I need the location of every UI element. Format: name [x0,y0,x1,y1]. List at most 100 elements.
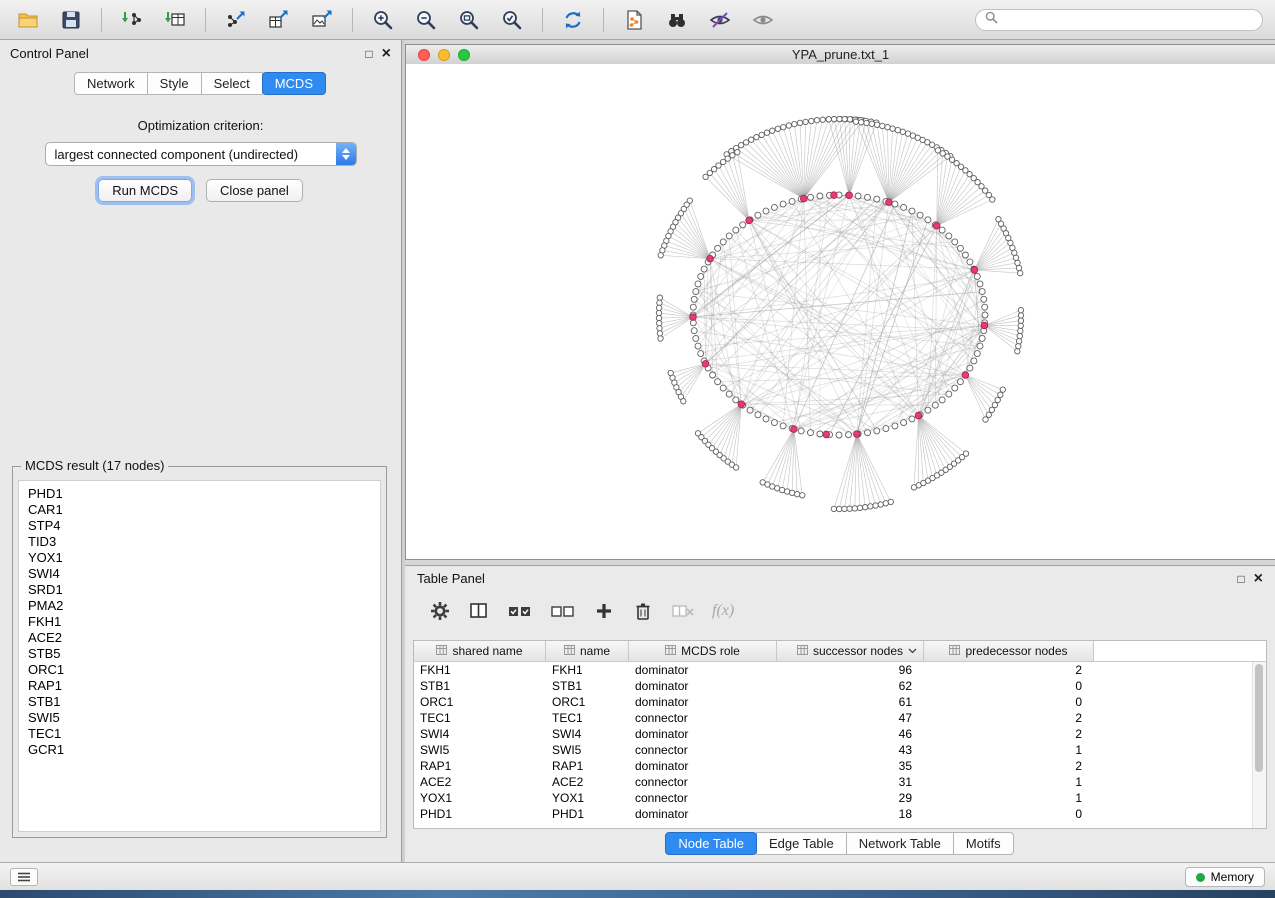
run-mcds-button[interactable]: Run MCDS [98,179,192,202]
mcds-result-item[interactable]: ACE2 [28,630,380,646]
mcds-result-item[interactable]: FKH1 [28,614,380,630]
zoom-in-icon[interactable] [363,4,403,36]
export-table-icon[interactable] [259,4,299,36]
table-panel-title: Table Panel [417,571,485,586]
table-row[interactable]: ORC1ORC1dominator610 [414,694,1253,710]
close-panel-button[interactable]: Close panel [206,179,303,202]
deselect-all-rows-icon[interactable] [550,600,576,622]
export-image-icon[interactable] [302,4,342,36]
show-panels-icon[interactable] [10,868,38,886]
import-table-icon[interactable] [155,4,195,36]
criterion-select[interactable]: largest connected component (undirected) [45,142,357,166]
table-row[interactable]: ACE2ACE2connector311 [414,774,1253,790]
tab-motifs[interactable]: Motifs [953,832,1014,855]
memory-button[interactable]: Memory [1185,867,1265,887]
mcds-result-item[interactable]: STB1 [28,694,380,710]
close-window-icon[interactable] [418,49,430,61]
float-panel-icon[interactable]: □ [365,47,372,61]
memory-button-label: Memory [1211,870,1254,884]
table-row[interactable]: FKH1FKH1dominator962 [414,662,1253,678]
table-row[interactable]: STB1STB1dominator620 [414,678,1253,694]
close-table-panel-icon[interactable]: × [1254,571,1263,587]
tab-edge-table[interactable]: Edge Table [756,832,847,855]
mcds-result-item[interactable]: SRD1 [28,582,380,598]
export-network-icon[interactable] [216,4,256,36]
table-row[interactable]: RAP1RAP1dominator352 [414,758,1253,774]
cell-name: SWI4 [546,727,629,741]
cell-successor-nodes: 46 [777,727,924,741]
delete-row-icon[interactable] [632,600,654,622]
search-input[interactable] [1004,12,1253,28]
open-file-icon[interactable] [8,4,48,36]
column-header-label: successor nodes [813,644,903,658]
column-header-label: MCDS role [681,644,740,658]
import-network-icon[interactable] [112,4,152,36]
refresh-layout-icon[interactable] [553,4,593,36]
column-header-name[interactable]: name [546,641,629,661]
table-settings-icon[interactable] [429,600,451,622]
mcds-result-item[interactable]: SWI4 [28,566,380,582]
cell-mcds-role: dominator [629,695,777,709]
mcds-result-item[interactable]: SWI5 [28,710,380,726]
tab-select[interactable]: Select [201,72,263,95]
mcds-result-item[interactable]: PHD1 [28,486,380,502]
cell-predecessor-nodes: 2 [924,663,1094,677]
table-panel: Table Panel □ × f(x) shared name [405,565,1275,862]
cell-successor-nodes: 18 [777,807,924,821]
network-file-icon[interactable] [614,4,654,36]
minimize-window-icon[interactable] [438,49,450,61]
mcds-result-item[interactable]: RAP1 [28,678,380,694]
mcds-result-item[interactable]: STP4 [28,518,380,534]
table-scrollbar-thumb[interactable] [1255,664,1263,772]
search-network-icon[interactable] [657,4,697,36]
add-column-icon[interactable] [593,600,615,622]
mcds-result-item[interactable]: TEC1 [28,726,380,742]
tab-mcds[interactable]: MCDS [262,72,326,95]
control-panel-title: Control Panel [10,46,89,61]
column-header-mcds-role[interactable]: MCDS role [629,641,777,661]
criterion-select-value: largest connected component (undirected) [55,147,299,162]
mcds-result-item[interactable]: ORC1 [28,662,380,678]
zoom-fit-icon[interactable] [449,4,489,36]
column-header-shared-name[interactable]: shared name [414,641,546,661]
mcds-result-item[interactable]: CAR1 [28,502,380,518]
mcds-result-list[interactable]: PHD1CAR1STP4TID3YOX1SWI4SRD1PMA2FKH1ACE2… [18,480,381,832]
table-row[interactable]: YOX1YOX1connector291 [414,790,1253,806]
mcds-result-item[interactable]: YOX1 [28,550,380,566]
select-all-rows-icon[interactable] [507,600,533,622]
tab-network-table[interactable]: Network Table [846,832,954,855]
tab-style[interactable]: Style [147,72,202,95]
table-scrollbar[interactable] [1252,662,1266,828]
column-header-predecessor-nodes[interactable]: predecessor nodes [924,641,1094,661]
mcds-result-item[interactable]: PMA2 [28,598,380,614]
optimization-criterion-label: Optimization criterion: [0,118,401,133]
table-row[interactable]: SWI5SWI5connector431 [414,742,1253,758]
toolbar-separator [603,8,604,32]
table-row[interactable]: TEC1TEC1connector472 [414,710,1253,726]
zoom-selected-icon[interactable] [492,4,532,36]
table-row[interactable]: SWI4SWI4dominator462 [414,726,1253,742]
mcds-result-item[interactable]: STB5 [28,646,380,662]
show-columns-icon[interactable] [468,600,490,622]
save-icon[interactable] [51,4,91,36]
hide-graphics-details-icon[interactable] [700,4,740,36]
cell-predecessor-nodes: 2 [924,727,1094,741]
float-table-panel-icon[interactable]: □ [1237,572,1244,586]
zoom-out-icon[interactable] [406,4,446,36]
status-bar: Memory [0,862,1275,890]
column-header-successor-nodes[interactable]: successor nodes [777,641,924,661]
cell-mcds-role: connector [629,775,777,789]
close-panel-icon[interactable]: × [382,46,391,62]
mcds-result-item[interactable]: GCR1 [28,742,380,758]
mcds-result-item[interactable]: TID3 [28,534,380,550]
node-table-body: FKH1FKH1dominator962STB1STB1dominator620… [414,662,1253,828]
network-window-titlebar[interactable]: YPA_prune.txt_1 [406,45,1275,65]
tab-node-table[interactable]: Node Table [665,832,757,855]
table-row[interactable]: PHD1PHD1dominator180 [414,806,1253,822]
tab-network[interactable]: Network [74,72,148,95]
show-graphics-details-icon[interactable] [743,4,783,36]
cell-successor-nodes: 61 [777,695,924,709]
network-canvas[interactable] [406,64,1275,559]
zoom-window-icon[interactable] [458,49,470,61]
cell-shared-name: TEC1 [414,711,546,725]
